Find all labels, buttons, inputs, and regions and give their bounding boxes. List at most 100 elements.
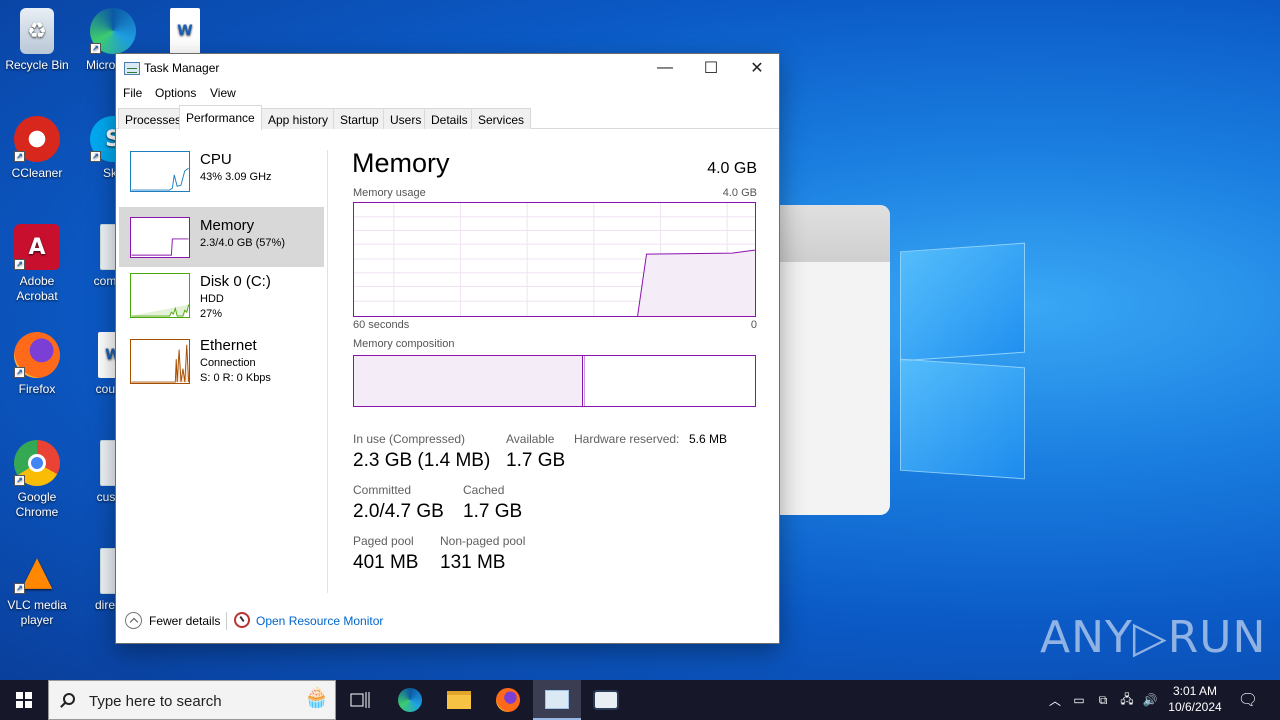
menu-bar: File Options View [116,82,779,104]
network-tray-icon[interactable]: 🖧 [1118,680,1136,720]
non-paged-pool-label: Non-paged pool [440,534,526,548]
memory-in-use-segment[interactable] [354,356,583,406]
memory-total: 4.0 GB [707,160,757,177]
close-button[interactable]: ✕ [734,54,780,82]
sidebar-item-cpu[interactable]: CPU 43% 3.09 GHz [119,148,324,208]
tab-services[interactable]: Services [471,108,532,129]
edge-icon [398,688,422,712]
footer-bar: Fewer details Open Resource Monitor [116,610,779,632]
task-manager-icon [124,62,140,75]
hardware-reserved-value: 5.6 MB [689,432,728,446]
icon-label: Adobe Acrobat [16,274,58,303]
tab-app-history[interactable]: App history [261,108,336,129]
desktop-icon-word-file[interactable]: W [148,8,222,58]
task-view-button[interactable] [336,680,384,720]
memory-modified-segment [584,356,586,406]
vlc-cone-icon: ▲ ↗ [14,548,60,594]
word-document-icon: W [170,8,200,54]
edge-icon: ↗ [90,8,136,54]
sidebar-item-detail: Connection [200,357,256,369]
menu-options[interactable]: Options [155,86,196,100]
search-placeholder: Type here to search [89,693,222,710]
tab-startup[interactable]: Startup [333,108,386,129]
taskbar-firefox-button[interactable] [484,680,532,720]
windows-start-icon [16,692,32,708]
sidebar-divider [327,150,328,593]
sidebar-item-memory[interactable]: Memory 2.3/4.0 GB (57%) [119,207,324,267]
desktop-icon-firefox[interactable]: ↗ Firefox [0,332,74,397]
desktop-icon-google-chrome[interactable]: ↗ Google Chrome [0,440,74,520]
available-label: Available [506,432,555,446]
taskbar-file-explorer-button[interactable] [435,680,483,720]
tab-performance[interactable]: Performance [179,105,262,130]
taskbar-task-manager-button[interactable] [533,680,581,720]
clock-time: 3:01 AM [1172,684,1218,698]
icon-label: Recycle Bin [5,58,69,72]
minimize-button[interactable]: — [642,54,688,82]
time-axis-end: 0 [750,319,757,331]
task-view-icon [350,692,370,708]
window-title: Task Manager [144,61,220,75]
resource-monitor-icon[interactable] [234,612,250,628]
disk-mini-graph [130,273,190,318]
tab-details[interactable]: Details [424,108,475,129]
fewer-details-button[interactable]: Fewer details [149,614,220,628]
paged-pool-label: Paged pool [353,534,414,548]
show-hidden-icons-button[interactable]: ︿ [1046,680,1064,720]
background-window[interactable] [775,205,890,515]
volume-tray-icon[interactable]: 🔊 [1141,680,1159,720]
title-bar[interactable]: Task Manager — ☐ ✕ [116,54,779,82]
open-resource-monitor-link[interactable]: Open Resource Monitor [256,614,383,628]
desktop-icon-ccleaner[interactable]: ↗ CCleaner [0,116,74,181]
notifications-icon[interactable]: 🗨 [1236,680,1260,720]
icon-label: Firefox [18,382,56,396]
memory-mini-graph [130,217,190,258]
in-use-label: In use (Compressed) [353,432,466,446]
task-manager-window: Task Manager — ☐ ✕ File Options View Pro… [115,53,780,644]
start-button[interactable] [0,680,48,720]
desktop-icon-adobe-acrobat[interactable]: A ↗ Adobe Acrobat [0,224,74,304]
search-highlight-illustration-icon: 🧁 [304,687,329,709]
memory-composition-bar [353,355,756,407]
search-icon [63,693,75,705]
sidebar-item-name: Disk 0 (C:) [200,273,271,290]
desktop-icon-recycle-bin[interactable]: ♻ Recycle Bin [0,8,74,73]
cached-value: 1.7 GB [463,501,523,522]
folder-icon [447,691,471,709]
menu-view[interactable]: View [210,86,236,100]
sidebar-item-disk[interactable]: Disk 0 (C:) HDD 27% [119,268,324,328]
taskbar-app-button[interactable] [582,680,630,720]
tab-processes[interactable]: Processes [118,108,189,129]
taskbar-edge-button[interactable] [386,680,434,720]
tab-bar: Processes Performance App history Startu… [116,105,779,130]
hardware-reserved-label: Hardware reserved: [574,432,680,446]
adobe-acrobat-icon: A ↗ [14,224,60,270]
firefox-icon [496,688,520,712]
sidebar-item-detail-2: 27% [200,308,223,320]
committed-value: 2.0/4.7 GB [353,501,444,522]
sidebar-item-ethernet[interactable]: Ethernet Connection S: 0 R: 0 Kbps [119,332,324,392]
taskbar: Type here to search 🧁 ︿ ▭ ⧉ 🖧 🔊 3:01 AM … [0,680,1280,720]
tab-users[interactable]: Users [383,108,429,129]
icon-label: CCleaner [11,166,63,180]
windows-logo-wallpaper [890,235,1035,485]
storage-tray-icon[interactable]: ▭ [1070,680,1088,720]
app-eye-icon [593,690,619,710]
device-tray-icon[interactable]: ⧉ [1094,680,1112,720]
page-title: Memory [352,148,450,178]
desktop-icon-vlc[interactable]: ▲ ↗ VLC media player [0,548,74,628]
chrome-icon: ↗ [14,440,60,486]
chevron-up-icon[interactable] [125,612,142,629]
icon-label: Google Chrome [15,490,59,519]
cpu-mini-graph [130,151,190,192]
memory-usage-max: 4.0 GB [722,187,757,199]
taskbar-clock[interactable]: 3:01 AM 10/6/2024 [1162,683,1228,715]
anyrun-watermark: ANY▷RUN [1040,612,1267,663]
maximize-button[interactable]: ☐ [688,54,734,82]
sidebar-item-name: CPU [200,151,232,168]
cached-label: Cached [463,483,505,497]
footer-separator [226,612,227,630]
taskbar-search-box[interactable]: Type here to search 🧁 [48,680,336,720]
task-manager-icon [545,689,569,709]
menu-file[interactable]: File [123,86,142,100]
